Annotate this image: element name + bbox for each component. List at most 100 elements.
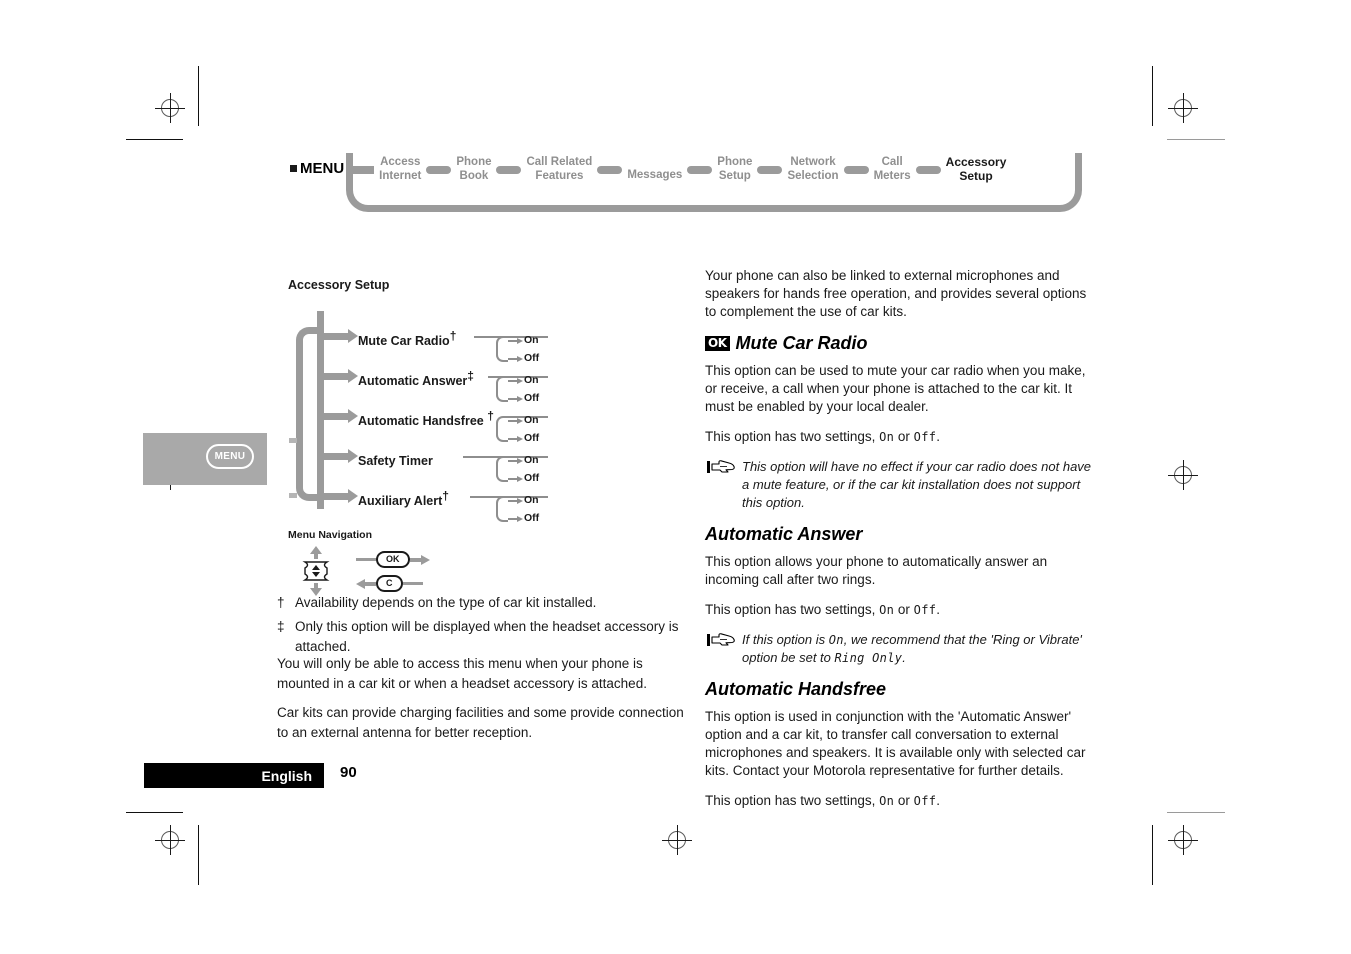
footnote-marker: † [487, 409, 494, 423]
section-paragraph: This option is used in conjunction with … [705, 709, 1086, 778]
bullet-square-icon [290, 165, 297, 172]
nav-arrow-right-icon [409, 554, 430, 565]
tree-leaf-arm [508, 515, 523, 522]
tree-node-automatic-answer[interactable]: Automatic Answer‡ [358, 369, 474, 388]
section-settings-line: This option has two settings, On or Off. [705, 601, 1100, 619]
left-paragraph: You will only be able to access this men… [277, 656, 647, 691]
breadcrumb-item-call-meters[interactable]: Call Meters [874, 152, 911, 183]
note-block: This option will have no effect if your … [705, 458, 1100, 512]
footnote-marker: † [277, 595, 285, 610]
settings-mid: or [894, 429, 914, 444]
footer-language-bar: English [144, 763, 324, 788]
side-menu-tab: MENU [143, 433, 267, 485]
section-heading-mute-car-radio: OK Mute Car Radio [705, 333, 1100, 354]
settings-prefix: This option has two settings, [705, 602, 880, 617]
menu-tree-title: Accessory Setup [288, 278, 390, 292]
tree-leaf-option-off[interactable]: Off [524, 512, 539, 524]
settings-suffix: . [936, 429, 941, 444]
footnote-marker: ‡ [277, 619, 285, 634]
settings-suffix: . [936, 793, 941, 808]
nav-arrow-left-icon [356, 578, 376, 589]
nav-segment-icon [402, 582, 423, 585]
breadcrumb-item-accessory-setup[interactable]: Accessory Setup [946, 152, 1007, 183]
tree-leaf-bracket [496, 416, 508, 442]
pointing-hand-icon [707, 631, 737, 667]
tree-nub-top [289, 438, 297, 443]
breadcrumb-connector-icon [687, 166, 713, 174]
breadcrumb-connector-icon [915, 166, 941, 174]
setting-value-off: Off [913, 794, 937, 808]
menu-navigation-title: Menu Navigation [288, 529, 373, 541]
breadcrumb-connector-icon [843, 166, 869, 174]
tree-leaf-option-on[interactable]: On [524, 454, 539, 466]
setting-value-on: On [879, 603, 895, 617]
breadcrumb-connector-icon [349, 166, 375, 174]
left-paragraph: Car kits can provide charging facilities… [277, 705, 684, 740]
tree-node-mute-car-radio[interactable]: Mute Car Radio† [358, 329, 456, 348]
breadcrumb-item-phone-setup[interactable]: Phone Setup [717, 152, 752, 183]
breadcrumb-connector-icon [757, 166, 783, 174]
tree-branch [317, 369, 358, 383]
crop-line-bottom-right [1167, 812, 1225, 813]
tree-nub-bottom [289, 493, 297, 498]
crop-line-left-vertical-bottom [198, 825, 199, 885]
ok-badge-icon: OK [705, 336, 730, 351]
tree-leaf-option-off[interactable]: Off [524, 352, 539, 364]
setting-value-off: Off [913, 603, 937, 617]
tree-leaf-bracket [496, 336, 508, 362]
crop-line-left-vertical-top [198, 66, 199, 126]
menu-navigation-legend: Menu Navigation OK C [288, 529, 568, 599]
footnote-text: Availability depends on the type of car … [295, 595, 597, 610]
breadcrumb-root[interactable]: MENU [290, 152, 344, 177]
tree-leaf-bracket [496, 456, 508, 482]
registration-mark-right-edge [1168, 460, 1198, 490]
tree-leaf-option-on[interactable]: On [524, 374, 539, 386]
tree-leaf-option-off[interactable]: Off [524, 392, 539, 404]
scroll-key-icon [302, 546, 330, 596]
ok-key-button[interactable]: OK [376, 551, 410, 568]
tree-leaf-option-on[interactable]: On [524, 334, 539, 346]
tree-leaf-option-off[interactable]: Off [524, 432, 539, 444]
footnote-item: ‡ Only this option will be displayed whe… [277, 617, 697, 657]
breadcrumb-root-label: MENU [300, 160, 345, 177]
section-settings-line: This option has two settings, On or Off. [705, 792, 1100, 810]
tree-leaf-option-off[interactable]: Off [524, 472, 539, 484]
note-suffix: . [902, 650, 906, 665]
tree-leaf-arm [508, 395, 523, 402]
tree-node-auxiliary-alert[interactable]: Auxiliary Alert† [358, 489, 449, 508]
footnote-marker: † [442, 489, 449, 503]
note-value-ring-only: Ring Only [834, 651, 903, 665]
breadcrumb-connector-icon [597, 166, 623, 174]
footnotes: † Availability depends on the type of ca… [277, 593, 697, 661]
settings-mid: or [894, 602, 914, 617]
note-text: This option will have no effect if your … [742, 459, 1092, 510]
section-paragraph: This option allows your phone to automat… [705, 554, 1048, 587]
tree-node-safety-timer[interactable]: Safety Timer [358, 449, 433, 468]
tree-node-automatic-handsfree[interactable]: Automatic Handsfree † [358, 409, 494, 428]
crop-line-top-right [1167, 139, 1225, 140]
page-number: 90 [340, 764, 357, 781]
settings-prefix: This option has two settings, [705, 429, 880, 444]
breadcrumb-item-network-selection[interactable]: Network Selection [787, 152, 838, 183]
note-prefix: If this option is [742, 632, 829, 647]
tree-leaf-arm [508, 435, 523, 442]
breadcrumb-connector-icon [426, 166, 452, 174]
tree-leaf-option-on[interactable]: On [524, 494, 539, 506]
tree-leaf-option-on[interactable]: On [524, 414, 539, 426]
footnote-marker: ‡ [467, 369, 474, 383]
crop-line-bottom-left [126, 812, 183, 813]
breadcrumb-item-messages[interactable]: Messages [627, 152, 682, 182]
breadcrumb-item-phone-book[interactable]: Phone Book [456, 152, 491, 183]
tree-leaf-bracket [496, 496, 508, 522]
registration-mark-top-right [1168, 93, 1198, 123]
breadcrumb-item-call-related-features[interactable]: Call Related Features [526, 152, 592, 183]
setting-value-off: Off [913, 430, 937, 444]
tree-leaf-arm [508, 337, 523, 344]
tree-branch [317, 449, 358, 463]
footer-language-label: English [261, 767, 312, 784]
breadcrumb-item-access-internet[interactable]: Access Internet [379, 152, 421, 183]
tree-leaf-arm [508, 377, 523, 384]
clear-key-button[interactable]: C [376, 575, 403, 592]
tree-branch [317, 489, 358, 503]
section-title: Automatic Answer [705, 524, 863, 544]
